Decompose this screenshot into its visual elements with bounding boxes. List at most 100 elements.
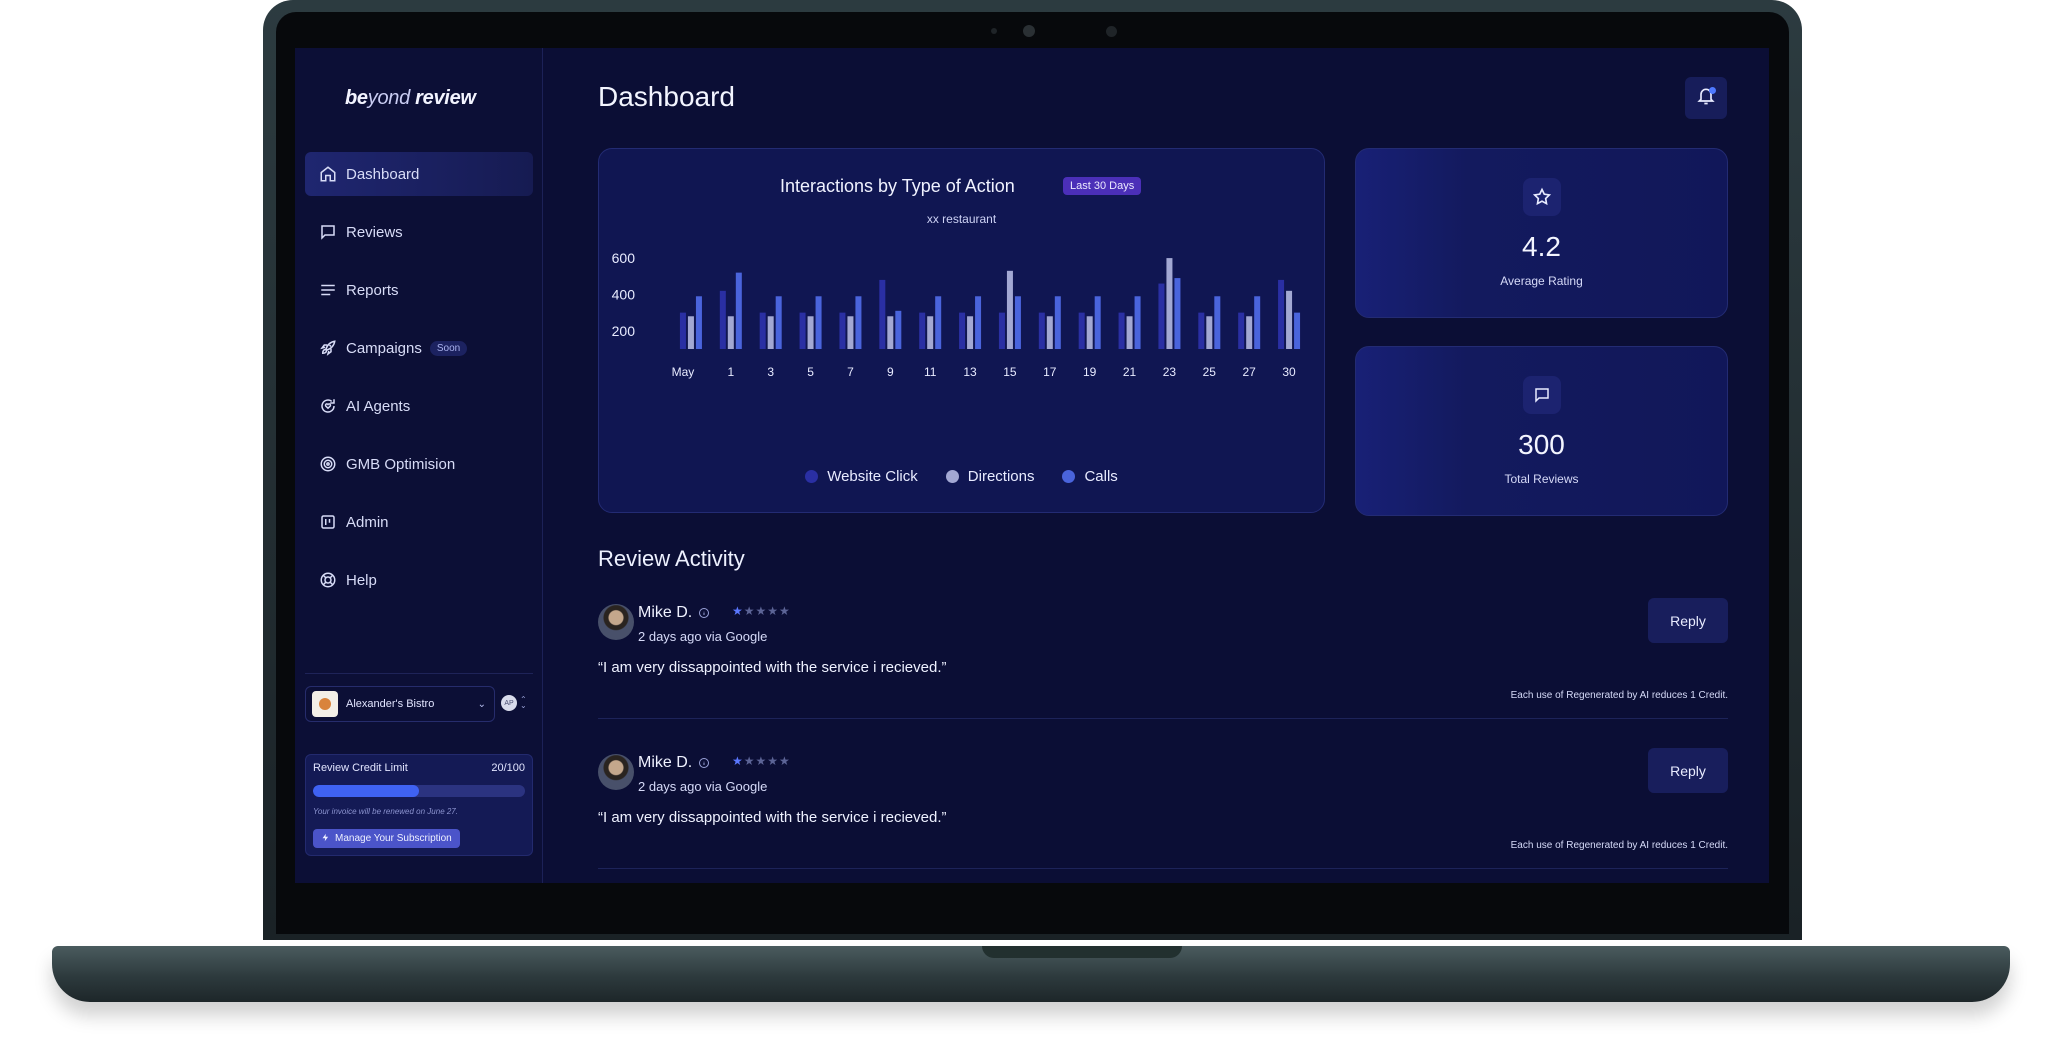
bar-calls[interactable]	[775, 296, 782, 349]
bar-directions[interactable]	[727, 316, 734, 349]
star-icon	[1523, 178, 1561, 216]
info-icon[interactable]	[698, 606, 710, 624]
sidebar-item-help[interactable]: Help	[305, 558, 533, 602]
legend-swatch	[1062, 470, 1076, 483]
bar-calls[interactable]	[1254, 296, 1261, 349]
bar-website-click[interactable]	[879, 279, 886, 349]
app-screen: beyond review Dashboard Reviews Reports …	[295, 48, 1769, 883]
bar-calls[interactable]	[1054, 296, 1061, 349]
legend-swatch	[805, 470, 819, 483]
sidebar-item-ai-agents[interactable]: AI Agents	[305, 384, 533, 428]
review-text: “I am very dissappointed with the servic…	[598, 659, 947, 676]
review-text: “I am very dissappointed with the servic…	[598, 809, 947, 826]
total-reviews-card: 300 Total Reviews	[1355, 346, 1728, 516]
bar-directions[interactable]	[1286, 290, 1293, 349]
sidebar-item-reviews[interactable]: Reviews	[305, 210, 533, 254]
bar-directions[interactable]	[1006, 270, 1013, 349]
manage-subscription-button[interactable]: Manage Your Subscription	[313, 829, 460, 848]
bar-website-click[interactable]	[1158, 283, 1165, 349]
bar-directions[interactable]	[967, 316, 974, 349]
review-activity-heading: Review Activity	[598, 546, 745, 571]
bar-calls[interactable]	[1214, 296, 1221, 349]
review-meta: 2 days ago via Google	[638, 779, 768, 794]
bar-directions[interactable]	[1206, 316, 1213, 349]
bar-calls[interactable]	[975, 296, 982, 349]
bar-directions[interactable]	[887, 316, 894, 349]
bar-directions[interactable]	[1126, 316, 1133, 349]
bar-calls[interactable]	[855, 296, 862, 349]
chevron-down-icon: ⌄	[477, 698, 486, 710]
bar-website-click[interactable]	[998, 312, 1005, 349]
date-range-badge[interactable]: Last 30 Days	[1063, 177, 1142, 195]
laptop-hinge-notch	[982, 946, 1182, 958]
reply-button[interactable]: Reply	[1648, 598, 1728, 643]
ai-credit-note: Each use of Regenerated by AI reduces 1 …	[1510, 840, 1728, 851]
notifications-button[interactable]	[1685, 77, 1727, 119]
bar-website-click[interactable]	[1118, 312, 1125, 349]
sidebar-item-label: Admin	[346, 513, 389, 531]
legend-label: Website Click	[827, 468, 918, 485]
bar-directions[interactable]	[1046, 316, 1053, 349]
bar-calls[interactable]	[1294, 312, 1301, 349]
avatar	[598, 754, 634, 790]
bar-website-click[interactable]	[1198, 312, 1205, 349]
bar-calls[interactable]	[1014, 296, 1021, 349]
bar-directions[interactable]	[687, 316, 694, 349]
x-tick-label: 9	[887, 365, 894, 379]
business-name: Alexander's Bistro	[346, 698, 435, 710]
bar-website-click[interactable]	[1278, 279, 1285, 349]
bar-calls[interactable]	[695, 296, 702, 349]
bar-website-click[interactable]	[759, 312, 766, 349]
bar-website-click[interactable]	[679, 312, 686, 349]
sidebar-item-label: Help	[346, 571, 377, 589]
sidebar-item-label: Reviews	[346, 223, 403, 241]
sidebar-item-label: Campaigns	[346, 339, 422, 357]
target-icon	[319, 455, 337, 473]
bar-website-click[interactable]	[839, 312, 846, 349]
bar-calls[interactable]	[1094, 296, 1101, 349]
sidebar-item-dashboard[interactable]: Dashboard	[305, 152, 533, 196]
bar-directions[interactable]	[1246, 316, 1253, 349]
bar-website-click[interactable]	[799, 312, 806, 349]
credit-count: 20/100	[491, 762, 525, 774]
bar-website-click[interactable]	[919, 312, 926, 349]
bar-calls[interactable]	[815, 296, 822, 349]
chevron-up-down-icon: ⌃ ⌄	[520, 695, 527, 710]
x-tick-label: 19	[1083, 365, 1097, 379]
bar-directions[interactable]	[767, 316, 774, 349]
user-switcher[interactable]: AP ⌃ ⌄	[501, 695, 527, 711]
notification-dot	[1709, 87, 1716, 94]
bar-website-click[interactable]	[959, 312, 966, 349]
bar-directions[interactable]	[807, 316, 814, 349]
bar-directions[interactable]	[847, 316, 854, 349]
bar-calls[interactable]	[1174, 278, 1181, 349]
info-icon[interactable]	[698, 756, 710, 774]
bar-directions[interactable]	[1166, 258, 1173, 349]
kanban-icon	[319, 513, 337, 531]
business-selector[interactable]: Alexander's Bistro ⌄	[305, 686, 495, 722]
sidebar-item-campaigns[interactable]: Campaigns Soon	[305, 326, 533, 370]
bar-website-click[interactable]	[1078, 312, 1085, 349]
sidebar-item-gmb-optimision[interactable]: GMB Optimision	[305, 442, 533, 486]
x-tick-label: 30	[1282, 365, 1296, 379]
bar-calls[interactable]	[735, 272, 742, 349]
legend-item-directions: Directions	[945, 468, 1034, 485]
bar-website-click[interactable]	[1238, 312, 1245, 349]
credit-label: Review Credit Limit	[313, 762, 408, 774]
x-tick-label: 11	[924, 365, 937, 379]
bar-calls[interactable]	[935, 296, 942, 349]
reply-button[interactable]: Reply	[1648, 748, 1728, 793]
app-logo[interactable]: beyond review	[345, 87, 476, 110]
legend-label: Calls	[1084, 468, 1118, 485]
bar-website-click[interactable]	[719, 290, 726, 349]
bar-website-click[interactable]	[1038, 312, 1045, 349]
y-tick-label: 600	[612, 250, 636, 266]
bar-directions[interactable]	[927, 316, 934, 349]
sidebar-item-reports[interactable]: Reports	[305, 268, 533, 312]
bar-calls[interactable]	[1134, 296, 1141, 349]
sidebar-item-admin[interactable]: Admin	[305, 500, 533, 544]
invoice-note: Your invoice will be renewed on June 27.	[313, 807, 458, 816]
bar-directions[interactable]	[1086, 316, 1093, 349]
bar-calls[interactable]	[895, 310, 902, 349]
total-reviews-label: Total Reviews	[1504, 472, 1579, 486]
